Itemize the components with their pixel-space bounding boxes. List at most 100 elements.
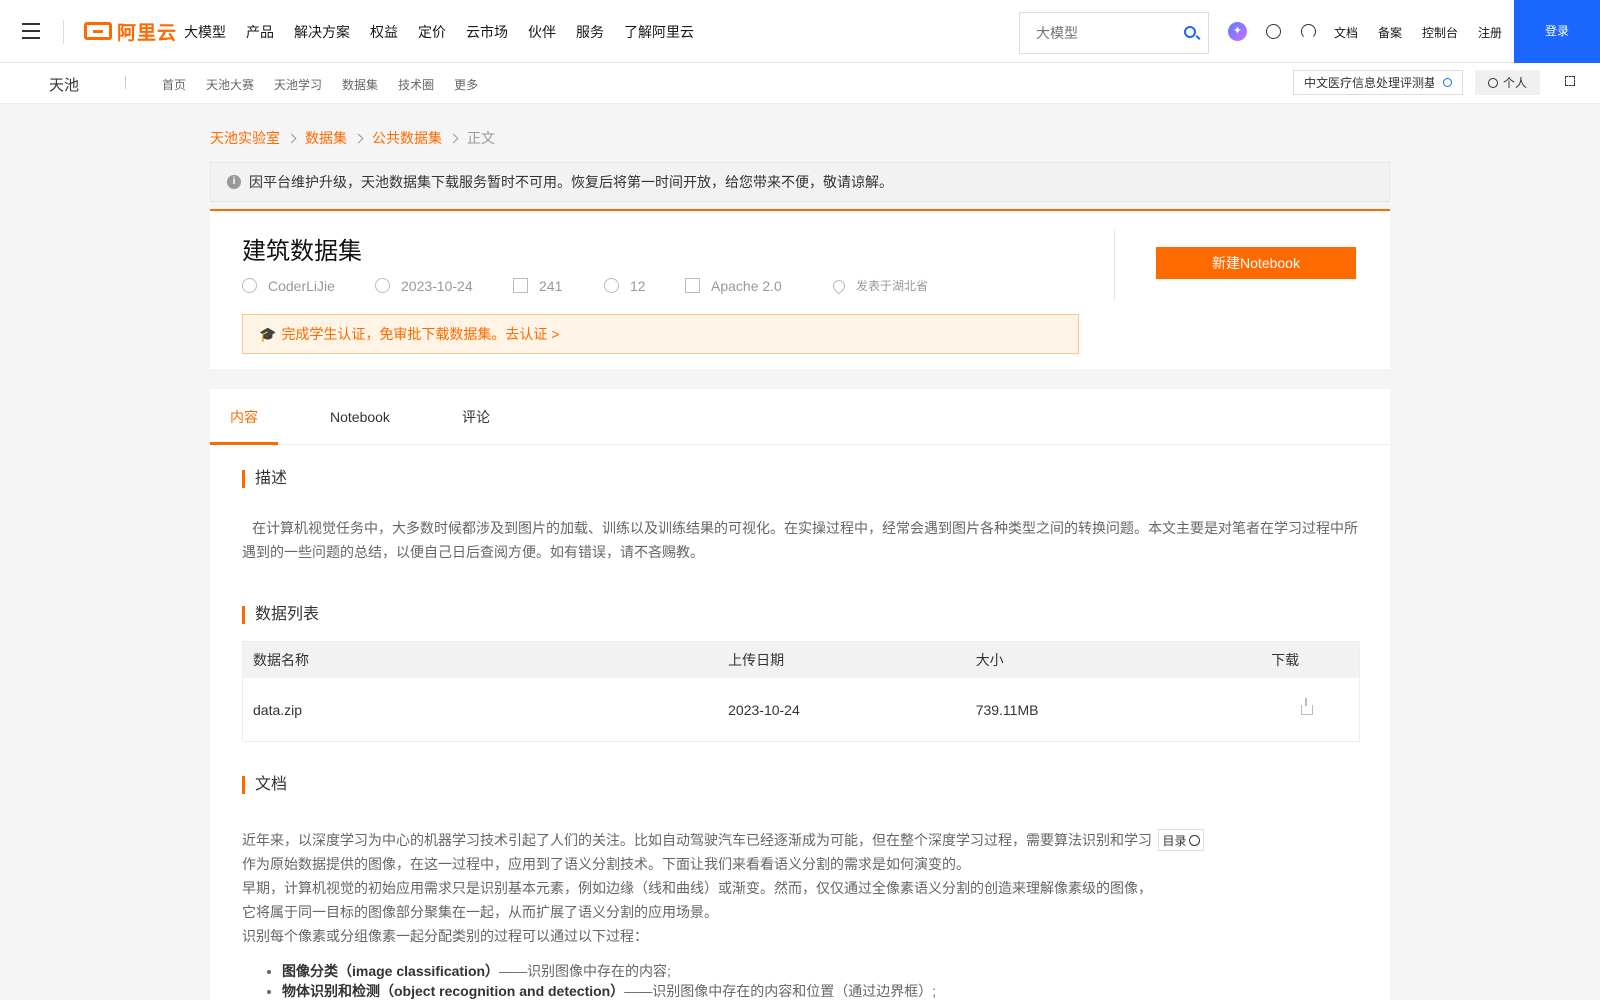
file-date: 2023-10-24 [728,701,800,718]
tab-notebook[interactable]: Notebook [330,389,390,445]
bullet-text: ——识别图像中存在的内容; [499,963,671,979]
aliyun-logo[interactable]: 阿里云 [84,20,178,44]
login-button[interactable]: 登录 [1514,0,1600,63]
meta-location: 发表于湖北省 [830,277,929,294]
top-nav: 阿里云 大模型 产品 解决方案 权益 定价 云市场 伙伴 服务 了解阿里云 ✦ … [0,0,1600,63]
section-data-list-title: 数据列表 [242,606,319,624]
logo-text: 阿里云 [117,22,178,44]
download-count-icon [513,278,528,293]
user-icon [242,278,257,293]
menu-item-products[interactable]: 产品 [246,22,274,42]
link-register[interactable]: 注册 [1478,24,1502,41]
main-menu: 大模型 产品 解决方案 权益 定价 云市场 伙伴 服务 了解阿里云 [184,22,714,42]
menu-item-marketplace[interactable]: 云市场 [466,22,508,42]
col-name: 数据名称 [253,652,309,668]
cert-text[interactable]: 完成学生认证，免审批下载数据集。去认证 > [281,324,559,344]
meta-date: 2023-10-24 [375,278,513,294]
download-cell [1271,697,1359,715]
fullscreen-icon[interactable] [1565,76,1575,86]
sub-search-input[interactable] [1294,71,1434,94]
meta-citations: 12 [604,278,685,294]
menu-item-solutions[interactable]: 解决方案 [294,22,350,42]
chevron-right-icon [448,133,459,143]
location-pin-icon [830,277,848,294]
bullet-bold: 图像分类（image classification） [282,963,500,979]
support-headset-icon[interactable] [1301,24,1316,39]
logo-mark-icon [84,22,112,40]
search-icon[interactable] [1184,26,1196,38]
sub-search-icon[interactable] [1443,78,1452,87]
menu-item-benefits[interactable]: 权益 [370,22,398,42]
submenu-home[interactable]: 首页 [162,76,186,93]
chevron-right-icon [353,133,364,143]
student-cert-banner[interactable]: 🎓 完成学生认证，免审批下载数据集。去认证 > [242,314,1079,354]
maintenance-notice: i 因平台维护升级，天池数据集下载服务暂时不可用。恢复后将第一时间开放，给您带来… [210,162,1390,202]
submenu-learning[interactable]: 天池学习 [274,76,322,93]
bullet-bold: 物体识别和检测（object recognition and detection… [282,983,625,999]
meta-author: CoderLiJie [242,278,375,294]
meta-license: Apache 2.0 [685,278,833,294]
content-tabs: 内容 Notebook 评论 [210,389,1390,445]
submenu-more[interactable]: 更多 [454,76,478,93]
doc-line: 近年来，以深度学习为中心的机器学习技术引起了人们的关注。比如自动驾驶汽车已经逐渐… [242,832,1152,848]
globe-icon[interactable] [1266,24,1281,39]
chevron-right-icon [286,133,297,143]
doc-line: 它将属于同一目标的图像部分聚集在一起，从而扩展了语义分割的应用场景。 [242,904,718,920]
menu-item-services[interactable]: 服务 [576,22,604,42]
toc-button[interactable]: 目录 [1158,829,1204,851]
top-search-input[interactable] [1020,13,1170,53]
section-doc-title: 文档 [242,776,287,794]
menu-item-pricing[interactable]: 定价 [418,22,446,42]
list-item: 图像分类（image classification）——识别图像中存在的内容; [282,961,936,981]
file-name: data.zip [253,701,303,718]
top-search-box [1019,12,1209,54]
breadcrumb-datasets[interactable]: 数据集 [305,128,347,148]
ai-assistant-icon[interactable]: ✦ [1228,22,1247,41]
breadcrumb-public-datasets[interactable]: 公共数据集 [372,128,442,148]
publish-date: 2023-10-24 [401,277,473,294]
license-icon [685,278,700,293]
menu-item-partners[interactable]: 伙伴 [528,22,556,42]
link-filing[interactable]: 备案 [1378,24,1402,41]
tab-content[interactable]: 内容 [210,389,278,445]
nav-divider [63,20,64,44]
citation-count: 12 [630,277,646,294]
submenu-competitions[interactable]: 天池大赛 [206,76,254,93]
sub-menu: 首页 天池大赛 天池学习 数据集 技术圈 更多 [162,76,498,93]
dataset-header: 建筑数据集 CoderLiJie 2023-10-24 241 12 Apach… [210,209,1390,369]
location-text: 发表于湖北省 [856,279,929,293]
section-description-title: 描述 [242,470,287,488]
doc-line: 早期，计算机视觉的初始应用需求只是识别基本元素，例如边缘（线和曲线）或渐变。然而… [242,880,1152,896]
doc-line: 识别每个像素或分组像素一起分配类别的过程可以通过以下过程： [242,928,648,944]
menu-icon[interactable] [22,23,40,39]
tab-comments[interactable]: 评论 [462,389,490,445]
submenu-tech-circle[interactable]: 技术圈 [398,76,434,93]
doc-body: 近年来，以深度学习为中心的机器学习技术引起了人们的关注。比如自动驾驶汽车已经逐渐… [242,828,1162,948]
download-icon[interactable] [1301,697,1314,715]
license-text: Apache 2.0 [711,277,782,294]
chevron-up-icon [1188,834,1200,846]
new-notebook-button[interactable]: 新建Notebook [1156,247,1356,279]
breadcrumb-lab[interactable]: 天池实验室 [210,128,280,148]
sub-nav: 天池 首页 天池大赛 天池学习 数据集 技术圈 更多 个人 [0,63,1600,104]
table-header: 数据名称 上传日期 大小 下载 [243,642,1359,678]
author-name[interactable]: CoderLiJie [268,278,335,294]
tianchi-brand[interactable]: 天池 [49,74,79,95]
breadcrumb: 天池实验室 数据集 公共数据集 正文 [210,128,495,148]
breadcrumb-current: 正文 [467,130,495,146]
bullet-text: ——识别图像中存在的内容和位置（通过边界框）; [624,983,937,999]
menu-item-about[interactable]: 了解阿里云 [624,22,694,42]
submenu-datasets[interactable]: 数据集 [342,76,378,93]
menu-item-llm[interactable]: 大模型 [184,22,226,42]
personal-label: 个人 [1502,76,1527,90]
subnav-divider [125,76,126,89]
personal-button[interactable]: 个人 [1475,70,1540,95]
page-title: 建筑数据集 [242,238,362,265]
link-console[interactable]: 控制台 [1422,24,1458,41]
doc-bullets: 图像分类（image classification）——识别图像中存在的内容; … [282,961,936,1000]
user-icon [1487,77,1498,88]
header-divider [1114,229,1115,301]
meta-downloads: 241 [513,278,604,294]
col-upload-date: 上传日期 [728,652,785,668]
link-docs[interactable]: 文档 [1334,24,1358,41]
